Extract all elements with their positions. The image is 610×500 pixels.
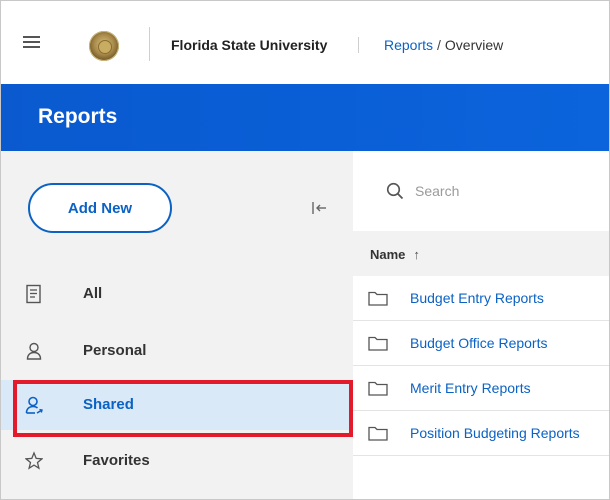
sidebar: Add New All Personal Shared Favorites [1, 151, 353, 499]
document-list-icon [25, 284, 43, 304]
table-row[interactable]: Position Budgeting Reports [353, 411, 609, 456]
folder-icon [368, 426, 388, 441]
sidebar-item-label: Personal [83, 342, 147, 359]
star-icon [24, 451, 44, 471]
table-row[interactable]: Budget Entry Reports [353, 276, 609, 321]
breadcrumb-separator: / [437, 37, 441, 53]
page-header: Reports [1, 84, 609, 151]
sidebar-item-label: Favorites [83, 452, 150, 469]
main-panel: Name↑ Budget Entry Reports Budget Office… [353, 151, 609, 499]
folder-link[interactable]: Merit Entry Reports [410, 380, 531, 396]
search-icon[interactable] [386, 182, 404, 200]
divider [358, 37, 359, 53]
search-bar [353, 151, 609, 231]
page-title: Reports [38, 105, 118, 128]
folder-link[interactable]: Budget Office Reports [410, 335, 547, 351]
search-input[interactable] [415, 178, 595, 204]
collapse-sidebar-icon[interactable] [311, 201, 327, 215]
organization-name: Florida State University [171, 37, 328, 53]
sidebar-item-favorites[interactable]: Favorites [1, 436, 353, 486]
folder-icon [368, 381, 388, 396]
folder-link[interactable]: Position Budgeting Reports [410, 425, 580, 441]
divider [149, 27, 150, 61]
folder-link[interactable]: Budget Entry Reports [410, 290, 544, 306]
sidebar-item-label: Shared [83, 396, 134, 413]
table-row[interactable]: Merit Entry Reports [353, 366, 609, 411]
sidebar-item-shared[interactable]: Shared [1, 380, 353, 430]
column-header-name[interactable]: Name ↑ [370, 247, 420, 262]
breadcrumb-current: Overview [444, 37, 504, 53]
table-header: Name ↑ [353, 231, 609, 276]
sidebar-item-all[interactable]: All [1, 269, 353, 319]
add-new-button[interactable]: Add New [28, 183, 172, 233]
folder-icon [368, 291, 388, 306]
menu-icon[interactable] [23, 36, 40, 49]
app-window: Florida State University Reports / Overvie… [0, 0, 610, 500]
breadcrumb: Reports / Overview [384, 37, 503, 53]
table-row[interactable]: Budget Office Reports [353, 321, 609, 366]
sidebar-item-label: All [83, 285, 103, 302]
top-bar: Florida State University Reports / Overvie… [1, 1, 609, 84]
person-icon [25, 341, 43, 361]
sidebar-item-personal[interactable]: Personal [1, 326, 353, 376]
shared-person-icon [25, 395, 43, 415]
sort-ascending-icon[interactable]: ↑ [413, 247, 420, 262]
university-seal-logo[interactable] [89, 31, 119, 61]
breadcrumb-reports-link[interactable]: Reports [384, 37, 433, 53]
folder-icon [368, 336, 388, 351]
